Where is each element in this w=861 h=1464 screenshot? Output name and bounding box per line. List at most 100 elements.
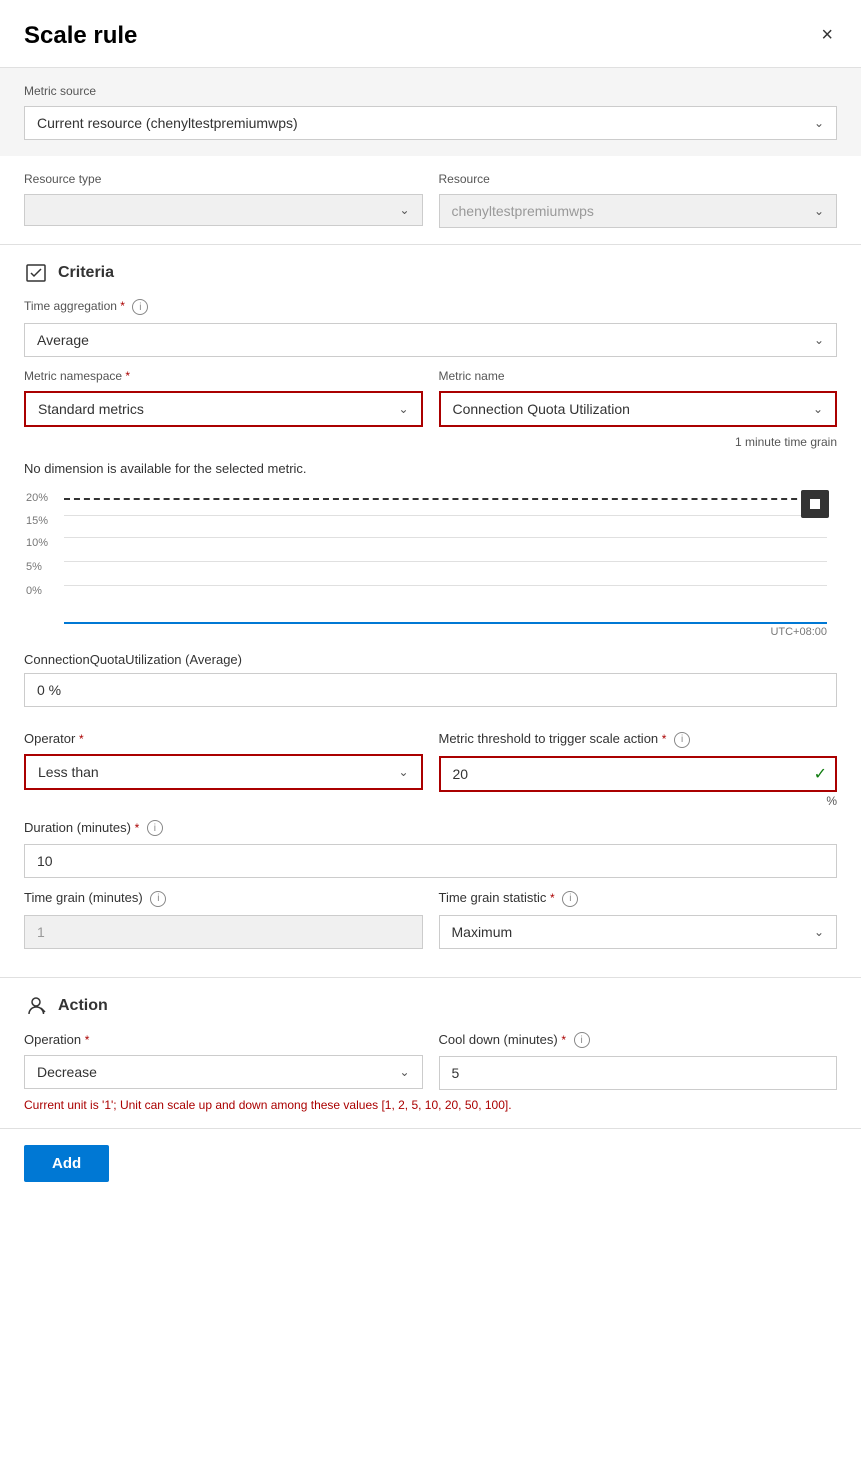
time-grain-minutes-input	[24, 915, 423, 949]
grid-line-5	[64, 561, 827, 562]
time-grain-statistic-field: Time grain statistic * i Maximum ⌄	[439, 890, 838, 949]
no-dimension-message: No dimension is available for the select…	[24, 461, 837, 476]
metric-source-select[interactable]: Current resource (chenyltestpremiumwps) …	[24, 106, 837, 140]
metric-name-select[interactable]: Connection Quota Utilization ⌄	[439, 391, 838, 427]
metric-namespace-select[interactable]: Standard metrics ⌄	[24, 391, 423, 427]
panel-header: Scale rule ×	[0, 0, 861, 68]
cqu-value-input[interactable]	[24, 673, 837, 707]
resource-type-chevron-icon: ⌄	[399, 203, 409, 217]
time-aggregation-required: *	[120, 299, 125, 313]
cool-down-input[interactable]	[439, 1056, 838, 1090]
time-aggregation-chevron-icon: ⌄	[814, 333, 824, 347]
metric-namespace-value: Standard metrics	[38, 401, 144, 417]
operator-chevron-icon: ⌄	[398, 765, 408, 779]
operation-field: Operation * Decrease ⌄	[24, 1032, 423, 1091]
y-label-10: 10%	[26, 537, 48, 549]
duration-field: Duration (minutes) * i	[24, 820, 837, 879]
criteria-section: Criteria Time aggregation * i Average ⌄ …	[0, 245, 861, 977]
operation-cooldown-row: Operation * Decrease ⌄ Cool down (minute…	[24, 1032, 837, 1091]
resource-field: Resource chenyltestpremiumwps ⌄	[439, 172, 838, 228]
operator-select[interactable]: Less than ⌄	[24, 754, 423, 790]
metric-threshold-label: Metric threshold to trigger scale action…	[439, 731, 838, 748]
scale-rule-panel: Scale rule × Metric source Current resou…	[0, 0, 861, 1464]
time-grain-statistic-select[interactable]: Maximum ⌄	[439, 915, 838, 949]
cool-down-field: Cool down (minutes) * i	[439, 1032, 838, 1091]
operation-label: Operation *	[24, 1032, 423, 1047]
criteria-title: Criteria	[58, 264, 114, 282]
operation-chevron-icon: ⌄	[399, 1065, 409, 1079]
metric-namespace-required: *	[125, 369, 130, 383]
time-aggregation-field: Time aggregation * i Average ⌄	[24, 299, 837, 357]
metric-namespace-chevron-icon: ⌄	[398, 402, 408, 416]
metric-source-value: Current resource (chenyltestpremiumwps)	[37, 115, 298, 131]
y-label-15: 15%	[26, 515, 48, 527]
time-aggregation-value: Average	[37, 332, 89, 348]
time-grain-statistic-chevron-icon: ⌄	[814, 925, 824, 939]
metric-namespace-field: Metric namespace * Standard metrics ⌄	[24, 369, 423, 427]
time-grain-statistic-required: *	[550, 891, 555, 905]
time-grain-minutes-field: Time grain (minutes) i	[24, 890, 423, 949]
cool-down-required: *	[561, 1033, 566, 1047]
resource-select[interactable]: chenyltestpremiumwps ⌄	[439, 194, 838, 228]
metric-name-value: Connection Quota Utilization	[453, 401, 630, 417]
close-button[interactable]: ×	[817, 20, 837, 51]
grid-line-15	[64, 515, 827, 516]
duration-input[interactable]	[24, 844, 837, 878]
chart-container: 20% 15% 10% 5% 0% UTC+08:00	[24, 484, 837, 644]
metric-source-label: Metric source	[24, 84, 837, 98]
operation-value: Decrease	[37, 1064, 97, 1080]
action-title: Action	[58, 997, 108, 1015]
add-button[interactable]: Add	[24, 1145, 109, 1182]
time-grain-minutes-info-icon[interactable]: i	[150, 891, 166, 907]
metric-name-chevron-icon: ⌄	[813, 402, 823, 416]
resource-chevron-icon: ⌄	[814, 204, 824, 218]
metric-threshold-required: *	[662, 732, 667, 746]
time-grain-statistic-info-icon[interactable]: i	[562, 891, 578, 907]
metric-threshold-field: Metric threshold to trigger scale action…	[439, 731, 838, 808]
metric-row: Metric namespace * Standard metrics ⌄ Me…	[24, 369, 837, 427]
metric-name-label: Metric name	[439, 369, 838, 383]
action-header: Action	[24, 994, 837, 1018]
duration-label: Duration (minutes) * i	[24, 820, 837, 837]
metric-source-chevron-icon: ⌄	[814, 116, 824, 130]
operator-label: Operator *	[24, 731, 423, 746]
resource-row: Resource type ⌄ Resource chenyltestpremi…	[24, 172, 837, 228]
operation-select[interactable]: Decrease ⌄	[24, 1055, 423, 1089]
chart-thumb-icon	[801, 490, 829, 518]
operation-required: *	[85, 1033, 90, 1047]
cqu-label: ConnectionQuotaUtilization (Average)	[24, 652, 837, 667]
y-label-0: 0%	[26, 585, 42, 597]
time-grain-statistic-label: Time grain statistic * i	[439, 890, 838, 907]
duration-required: *	[135, 821, 140, 835]
time-grain-label: 1 minute time grain	[24, 435, 837, 449]
time-aggregation-label: Time aggregation * i	[24, 299, 837, 315]
cool-down-label: Cool down (minutes) * i	[439, 1032, 838, 1049]
unit-info: Current unit is '1'; Unit can scale up a…	[24, 1098, 837, 1112]
duration-info-icon[interactable]: i	[147, 820, 163, 836]
resource-label: Resource	[439, 172, 838, 186]
footer: Add	[0, 1129, 861, 1198]
panel-title: Scale rule	[24, 22, 137, 50]
action-icon	[24, 994, 48, 1018]
operator-required: *	[79, 732, 84, 746]
metric-threshold-info-icon[interactable]: i	[674, 732, 690, 748]
operator-threshold-row: Operator * Less than ⌄ Metric threshold …	[24, 731, 837, 808]
time-grain-statistic-value: Maximum	[452, 924, 513, 940]
utc-label: UTC+08:00	[64, 626, 827, 638]
time-aggregation-info-icon[interactable]: i	[132, 299, 148, 315]
resource-value: chenyltestpremiumwps	[452, 203, 594, 219]
metric-threshold-input[interactable]	[439, 756, 838, 792]
chart-area: 20% 15% 10% 5% 0%	[64, 484, 827, 624]
cool-down-info-icon[interactable]: i	[574, 1032, 590, 1048]
metric-threshold-input-wrap: ✓	[439, 756, 838, 792]
criteria-header: Criteria	[24, 261, 837, 285]
chart-line-blue	[64, 622, 827, 624]
time-aggregation-select[interactable]: Average ⌄	[24, 323, 837, 357]
time-grain-minutes-label: Time grain (minutes) i	[24, 890, 423, 907]
resource-type-field: Resource type ⌄	[24, 172, 423, 228]
criteria-icon	[24, 261, 48, 285]
resource-type-select[interactable]: ⌄	[24, 194, 423, 226]
y-label-20: 20%	[26, 492, 48, 504]
resource-type-label: Resource type	[24, 172, 423, 186]
percent-label: %	[439, 794, 838, 808]
